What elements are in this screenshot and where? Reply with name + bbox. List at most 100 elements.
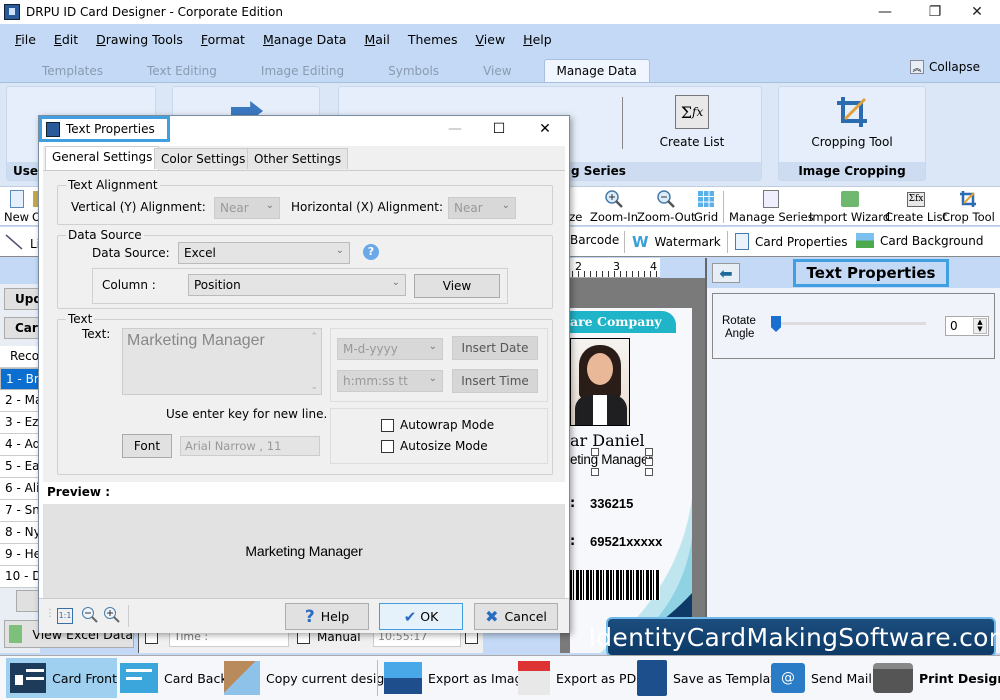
manage-series-button[interactable]: Manage Series bbox=[729, 189, 814, 224]
tab-view[interactable]: View bbox=[471, 60, 523, 82]
zoom-out-button[interactable]: Zoom-Out bbox=[637, 189, 695, 224]
record-item[interactable]: 2 - Ma bbox=[0, 390, 40, 412]
actual-size-button[interactable]: 1:1 bbox=[57, 608, 73, 624]
spinner-arrows-icon[interactable]: ▲ ▼ bbox=[973, 318, 987, 334]
data-source-select[interactable]: Excel ⌄ bbox=[178, 242, 350, 264]
record-item[interactable]: 9 - He bbox=[0, 544, 40, 566]
horizontal-alignment-select[interactable]: Near ⌄ bbox=[448, 197, 516, 219]
rotate-angle-input[interactable]: 0 ▲ ▼ bbox=[945, 316, 989, 336]
dialog-title-bar: Text Properties bbox=[39, 116, 170, 142]
employee-position[interactable]: eting Manager bbox=[570, 452, 653, 467]
tab-color-settings[interactable]: Color Settings bbox=[154, 148, 253, 169]
help-icon[interactable]: ? bbox=[363, 244, 379, 260]
record-item[interactable]: 7 - Sn bbox=[0, 500, 40, 522]
tab-text-editing[interactable]: Text Editing bbox=[135, 60, 229, 82]
dialog-maximize-button[interactable]: ☐ bbox=[479, 118, 519, 140]
window-title: DRPU ID Card Designer - Corporate Editio… bbox=[26, 5, 283, 19]
font-button[interactable]: Font bbox=[122, 434, 172, 458]
restore-button[interactable]: ❐ bbox=[912, 0, 958, 24]
resize-handle[interactable] bbox=[645, 468, 653, 476]
help-button[interactable]: ? Help bbox=[285, 603, 369, 630]
zoom-out-icon[interactable] bbox=[81, 606, 99, 627]
scroll-up-icon[interactable]: ⌃ bbox=[310, 331, 318, 342]
dialog-close-button[interactable]: ✕ bbox=[525, 118, 565, 140]
tab-templates[interactable]: Templates bbox=[30, 60, 115, 82]
card-back-button[interactable]: Card Back bbox=[120, 658, 228, 698]
grid-button[interactable]: Grid bbox=[694, 189, 718, 224]
zoom-in-icon[interactable] bbox=[103, 606, 121, 627]
insert-date-button[interactable]: Insert Date bbox=[452, 336, 538, 360]
menu-manage-data[interactable]: Manage Data bbox=[263, 32, 346, 47]
record-item[interactable]: 3 - Ez bbox=[0, 412, 40, 434]
record-item[interactable]: 5 - Ea bbox=[0, 456, 40, 478]
preview-area: Marketing Manager bbox=[43, 504, 565, 598]
menu-help[interactable]: Help bbox=[523, 32, 552, 47]
menu-mail[interactable]: Mail bbox=[364, 32, 389, 47]
send-mail-button[interactable]: @ Send Mail bbox=[771, 658, 872, 698]
dialog-minimize-button[interactable]: — bbox=[435, 118, 475, 140]
zoom-in-button[interactable]: Zoom-In bbox=[590, 189, 638, 224]
create-list-button[interactable]: Σfx Create List bbox=[647, 95, 737, 149]
menu-themes[interactable]: Themes bbox=[408, 32, 458, 47]
save-template-button[interactable]: Save as Template bbox=[637, 658, 783, 698]
tab-symbols[interactable]: Symbols bbox=[376, 60, 451, 82]
date-format-select[interactable]: M-d-yyyy ⌄ bbox=[337, 338, 443, 360]
crop-tool-button[interactable]: Crop Tool bbox=[942, 189, 995, 224]
slider-thumb[interactable] bbox=[771, 316, 781, 332]
view-button[interactable]: View bbox=[414, 274, 500, 298]
resize-handle[interactable] bbox=[591, 448, 599, 456]
export-image-button[interactable]: Export as Image bbox=[384, 658, 530, 698]
autosize-checkbox[interactable] bbox=[381, 440, 394, 453]
minimize-button[interactable]: — bbox=[862, 0, 908, 24]
menu-view[interactable]: View bbox=[476, 32, 506, 47]
cancel-button[interactable]: ✖ Cancel bbox=[474, 603, 558, 630]
barcode-button[interactable]: Barcode bbox=[570, 233, 619, 247]
menu-edit[interactable]: Edit bbox=[54, 32, 78, 47]
import-wizard-button-small[interactable]: Import Wizard bbox=[809, 189, 890, 224]
vertical-alignment-select[interactable]: Near ⌄ bbox=[214, 197, 280, 219]
font-display: Arial Narrow , 11 bbox=[180, 436, 320, 456]
cropping-tool-button[interactable]: Cropping Tool bbox=[807, 95, 897, 149]
time-format-select[interactable]: h:mm:ss tt ⌄ bbox=[337, 370, 443, 392]
scroll-down-icon[interactable]: ⌄ bbox=[310, 381, 318, 392]
menu-drawing-tools[interactable]: Drawing Tools bbox=[96, 32, 183, 47]
column-select[interactable]: Position ⌄ bbox=[188, 274, 406, 296]
watermark-button[interactable]: W Watermark bbox=[632, 233, 721, 251]
tab-image-editing[interactable]: Image Editing bbox=[249, 60, 356, 82]
export-pdf-button[interactable]: Export as PDF bbox=[518, 658, 643, 698]
menu-format[interactable]: Format bbox=[201, 32, 245, 47]
record-item[interactable]: 4 - Ad bbox=[0, 434, 40, 456]
resize-handle[interactable] bbox=[645, 458, 653, 466]
ok-button[interactable]: ✔ OK bbox=[379, 603, 463, 630]
tab-manage-data[interactable]: Manage Data bbox=[543, 59, 650, 82]
record-item[interactable]: 10 - D bbox=[0, 566, 40, 588]
card-background-button[interactable]: Card Background bbox=[856, 233, 983, 248]
menu-file[interactable]: File bbox=[15, 32, 36, 47]
rotate-angle-slider[interactable] bbox=[771, 322, 926, 325]
chevron-down-icon: ⌄ bbox=[428, 341, 437, 352]
copy-design-button[interactable]: Copy current design bbox=[224, 658, 392, 698]
manage-series-icon bbox=[729, 189, 814, 209]
collapse-button[interactable]: ︽ Collapse bbox=[910, 60, 980, 74]
insert-time-button[interactable]: Insert Time bbox=[452, 369, 538, 393]
app-icon bbox=[4, 4, 20, 20]
text-input[interactable]: Marketing Manager ⌃ ⌄ bbox=[122, 328, 322, 395]
id-card-preview[interactable]: are Company ar Daniel eting Manager : 33… bbox=[570, 308, 692, 653]
autowrap-checkbox[interactable] bbox=[381, 419, 394, 432]
record-item[interactable]: 8 - Ny bbox=[0, 522, 40, 544]
resize-handle[interactable] bbox=[645, 448, 653, 456]
close-button[interactable]: ✕ bbox=[954, 0, 1000, 24]
new-button[interactable]: New bbox=[4, 189, 29, 224]
record-item[interactable]: 6 - Ali bbox=[0, 478, 40, 500]
create-list-button-small[interactable]: Σfx Create List bbox=[885, 189, 947, 224]
card-properties-button[interactable]: Card Properties bbox=[735, 233, 848, 250]
back-button[interactable]: ⬅ bbox=[712, 263, 740, 283]
card-front-button[interactable]: Card Front bbox=[6, 658, 117, 698]
tab-general-settings[interactable]: General Settings bbox=[45, 146, 160, 170]
excel-view-icon bbox=[9, 625, 23, 643]
line-tool-button[interactable]: Li bbox=[4, 233, 40, 254]
resize-handle[interactable] bbox=[591, 468, 599, 476]
tab-other-settings[interactable]: Other Settings bbox=[247, 148, 349, 169]
record-item[interactable]: 1 - Br bbox=[0, 368, 40, 390]
print-design-button[interactable]: Print Design bbox=[873, 658, 1000, 698]
